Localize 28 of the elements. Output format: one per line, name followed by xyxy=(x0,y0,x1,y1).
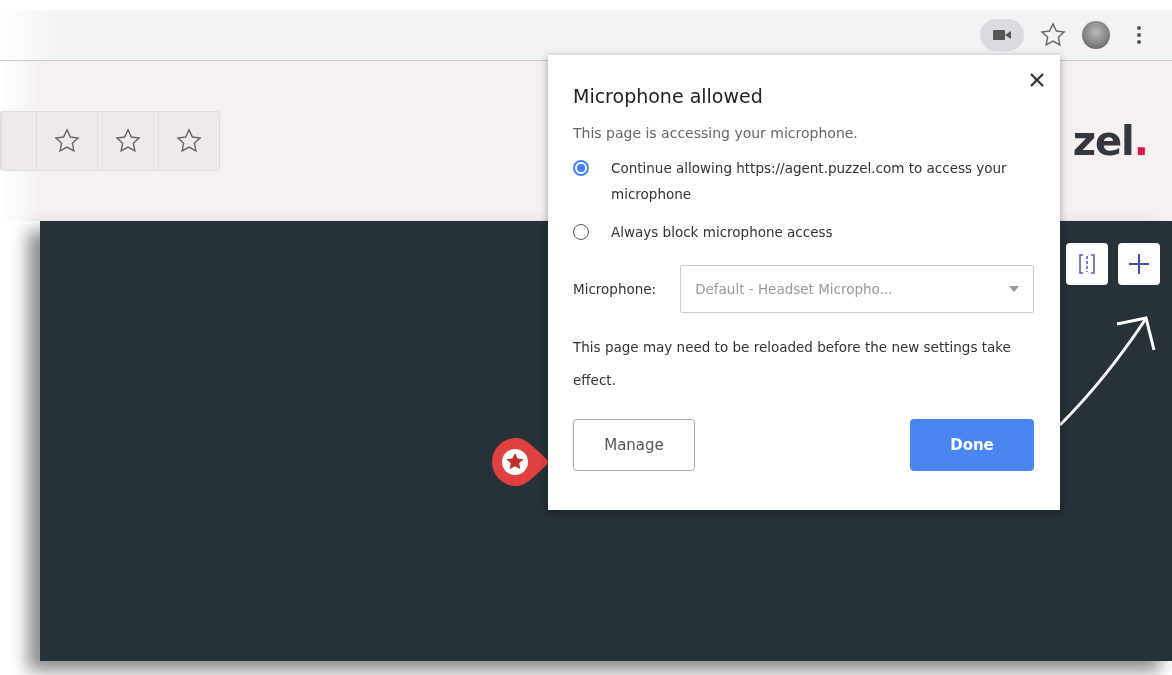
manage-button[interactable]: Manage xyxy=(573,419,695,471)
close-button[interactable] xyxy=(1028,71,1046,89)
radio-button[interactable] xyxy=(573,224,589,240)
star-icon xyxy=(175,127,203,155)
logo-text: zel. xyxy=(1072,118,1148,164)
star-icon xyxy=(114,127,142,155)
star-icon xyxy=(1039,21,1067,49)
radio-button[interactable] xyxy=(573,160,589,176)
split-view-icon xyxy=(1078,253,1096,275)
star-rating[interactable] xyxy=(0,111,220,171)
microphone-select[interactable]: Default - Headset Micropho... xyxy=(680,265,1034,313)
plus-icon xyxy=(1128,253,1150,275)
close-icon xyxy=(1030,73,1044,87)
video-camera-icon xyxy=(993,29,1011,41)
popup-subtitle: This page is accessing your microphone. xyxy=(573,125,859,141)
caret-icon xyxy=(1009,286,1019,292)
avatar[interactable] xyxy=(1082,21,1110,49)
option-label: Continue allowing https://agent.puzzel.com to access your microphone xyxy=(611,159,1008,204)
popup-title: Microphone allowed xyxy=(573,85,764,107)
done-button[interactable]: Done xyxy=(910,419,1034,471)
option-label: Always block microphone access xyxy=(611,223,833,242)
microphone-label: Microphone: xyxy=(573,281,657,297)
split-button[interactable] xyxy=(1066,243,1108,285)
star-icon xyxy=(53,127,81,155)
more-vertical-icon xyxy=(1137,26,1141,44)
reload-note: This page may need to be reloaded before the new settings take effect. xyxy=(573,338,1012,390)
camera-button[interactable] xyxy=(980,19,1024,51)
add-button[interactable] xyxy=(1118,243,1160,285)
